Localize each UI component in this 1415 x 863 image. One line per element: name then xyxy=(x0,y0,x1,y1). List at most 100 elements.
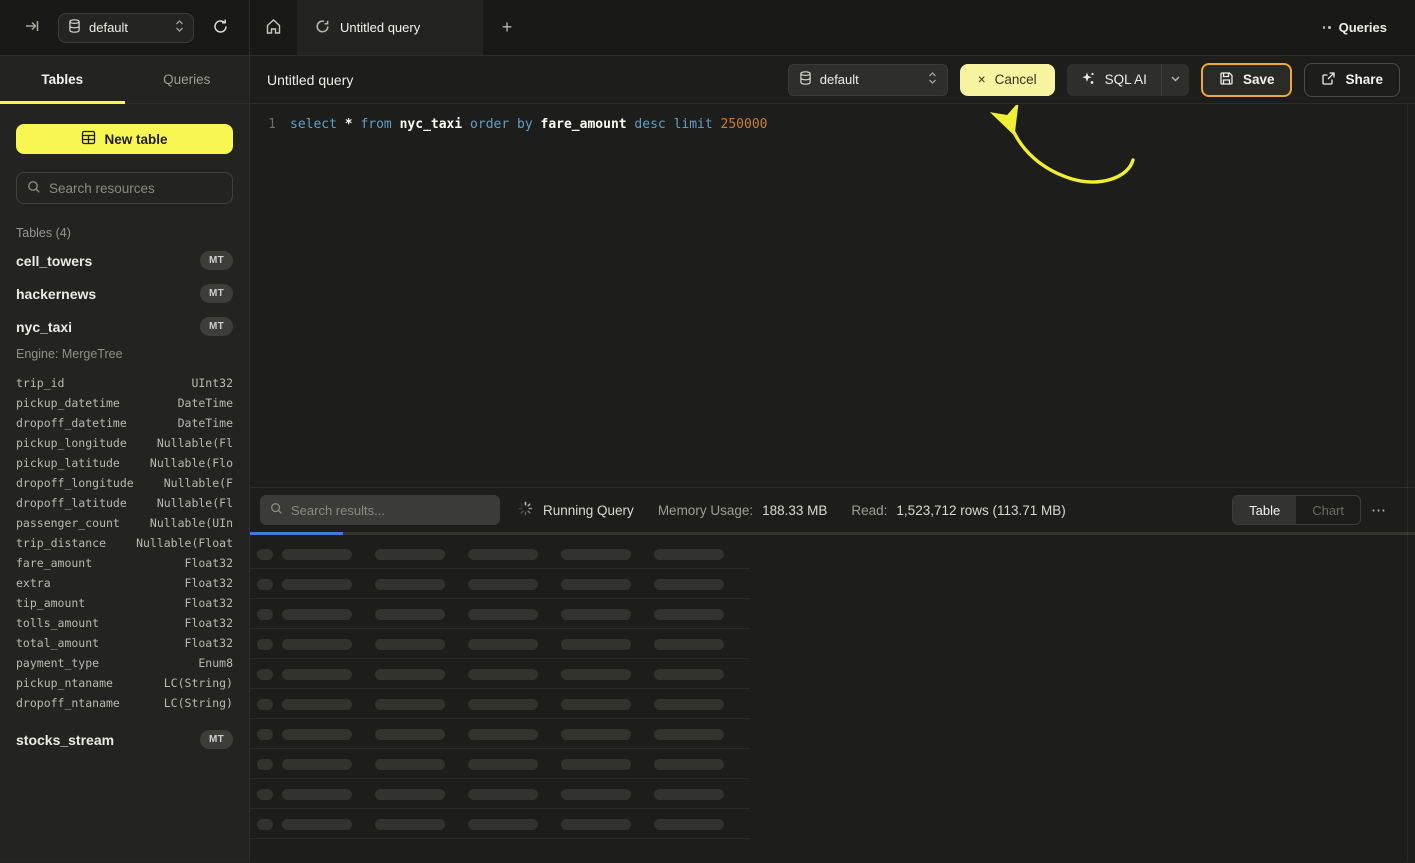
skeleton-cell xyxy=(468,639,538,650)
skeleton-cell xyxy=(375,669,445,680)
database-selector-query[interactable]: default xyxy=(788,64,948,96)
column-name: total_amount xyxy=(16,636,99,650)
table-name: hackernews xyxy=(16,286,96,302)
sidebar-content: New table Tables (4) cell_towersMThacker… xyxy=(0,104,249,776)
chevron-down-icon xyxy=(1170,72,1181,87)
save-disk-icon xyxy=(1219,71,1234,89)
column-type: Nullable(Float xyxy=(136,536,233,550)
skeleton-cell xyxy=(282,729,352,740)
view-tab-table[interactable]: Table xyxy=(1233,496,1296,524)
sql-ai-label: SQL AI xyxy=(1105,72,1147,87)
table-row-hackernews[interactable]: hackernews MT xyxy=(16,277,233,310)
results-panel: Running Query Memory Usage: 188.33 MB Re… xyxy=(250,487,1415,862)
save-button[interactable]: Save xyxy=(1201,63,1293,97)
skeleton-cell xyxy=(282,549,352,560)
column-type: LC(String) xyxy=(164,696,233,710)
column-type: DateTime xyxy=(178,396,233,410)
skeleton-cell xyxy=(468,669,538,680)
column-name: extra xyxy=(16,576,51,590)
engine-badge: MT xyxy=(200,284,233,303)
tab-strip: Untitled query + xyxy=(250,0,531,55)
home-icon xyxy=(265,18,282,38)
database-selector-topbar[interactable]: default xyxy=(58,13,194,43)
skeleton-cell xyxy=(654,639,724,650)
column-name: dropoff_latitude xyxy=(16,496,127,510)
table-columns-list: trip_idUInt32pickup_datetimeDateTimedrop… xyxy=(16,373,233,713)
memory-usage-value: 188.33 MB xyxy=(762,503,827,518)
sidebar-collapse-icon xyxy=(24,18,40,37)
skeleton-cell xyxy=(257,669,273,680)
column-name: pickup_longitude xyxy=(16,436,127,450)
skeleton-cell xyxy=(375,819,445,830)
column-name: fare_amount xyxy=(16,556,92,570)
sql-ai-button[interactable]: SQL AI xyxy=(1067,64,1161,96)
new-table-button[interactable]: New table xyxy=(16,124,233,154)
skeleton-row xyxy=(250,599,1415,629)
share-button[interactable]: Share xyxy=(1304,63,1400,97)
column-row: passenger_countNullable(UIn xyxy=(16,513,233,533)
view-toggle: Table Chart xyxy=(1232,495,1361,525)
topbar: default Untitled query xyxy=(0,0,1415,56)
skeleton-cell xyxy=(468,609,538,620)
home-button[interactable] xyxy=(250,0,297,55)
skeleton-row xyxy=(250,569,1415,599)
queries-button[interactable]: Queries xyxy=(1323,20,1387,35)
search-results-input[interactable] xyxy=(291,503,490,518)
database-selector-value: default xyxy=(820,72,920,87)
plus-icon: + xyxy=(502,17,513,37)
refresh-button[interactable] xyxy=(208,14,233,42)
column-name: payment_type xyxy=(16,656,99,670)
share-icon xyxy=(1321,71,1336,89)
sql-ai-dropdown-button[interactable] xyxy=(1161,64,1189,96)
skeleton-cell xyxy=(654,819,724,830)
skeleton-row xyxy=(250,749,1415,779)
cancel-button-label: Cancel xyxy=(995,72,1037,87)
column-row: pickup_datetimeDateTime xyxy=(16,393,233,413)
query-title: Untitled query xyxy=(267,72,353,88)
new-tab-button[interactable]: + xyxy=(483,0,531,55)
more-options-button[interactable]: ⋯ xyxy=(1371,501,1387,519)
sidebar-tab-tables[interactable]: Tables xyxy=(0,56,125,103)
save-button-label: Save xyxy=(1243,72,1275,87)
column-row: dropoff_ntanameLC(String) xyxy=(16,693,233,713)
updown-chevron-icon xyxy=(175,19,184,36)
sql-token-ident: nyc_taxi xyxy=(400,117,470,132)
cancel-button[interactable]: × Cancel xyxy=(960,64,1055,96)
sparkle-icon xyxy=(1081,71,1096,89)
tables-section-label: Tables (4) xyxy=(16,226,233,240)
skeleton-cell xyxy=(375,699,445,710)
table-row-cell_towers[interactable]: cell_towersMT xyxy=(16,244,233,277)
database-selector-value: default xyxy=(89,20,167,35)
collapse-sidebar-button[interactable] xyxy=(20,14,44,41)
skeleton-cell xyxy=(561,639,631,650)
skeleton-cell xyxy=(257,549,273,560)
table-row-stocks_stream[interactable]: stocks_streamMT xyxy=(16,723,233,756)
sidebar: Tables Queries New table Tables (4) xyxy=(0,56,250,862)
new-table-label: New table xyxy=(104,132,167,147)
main-panel: Untitled query default × Cancel xyxy=(250,56,1415,862)
column-row: dropoff_longitudeNullable(F xyxy=(16,473,233,493)
column-row: trip_distanceNullable(Float xyxy=(16,533,233,553)
view-tab-chart[interactable]: Chart xyxy=(1296,496,1360,524)
sql-editor[interactable]: 1 select * from nyc_taxi order by fare_a… xyxy=(250,104,1415,487)
sql-console-app: default Untitled query xyxy=(0,0,1415,863)
sql-token-keyword: limit xyxy=(674,117,721,132)
memory-usage-label: Memory Usage: xyxy=(658,503,753,518)
column-type: Nullable(Fl xyxy=(157,496,233,510)
search-resources-input[interactable] xyxy=(49,181,226,196)
tab-untitled-query[interactable]: Untitled query xyxy=(297,0,483,55)
table-row-nyc_taxi[interactable]: nyc_taxiMT xyxy=(16,310,233,343)
column-row: extraFloat32 xyxy=(16,573,233,593)
skeleton-cell xyxy=(257,759,273,770)
skeleton-cell xyxy=(654,759,724,770)
sidebar-tab-queries[interactable]: Queries xyxy=(125,56,250,103)
skeleton-cell xyxy=(654,669,724,680)
skeleton-cell xyxy=(257,579,273,590)
column-row: total_amountFloat32 xyxy=(16,633,233,653)
skeleton-cell xyxy=(282,669,352,680)
skeleton-cell xyxy=(282,789,352,800)
column-name: passenger_count xyxy=(16,516,120,530)
skeleton-cell xyxy=(654,729,724,740)
column-name: pickup_ntaname xyxy=(16,676,113,690)
skeleton-row xyxy=(250,629,1415,659)
